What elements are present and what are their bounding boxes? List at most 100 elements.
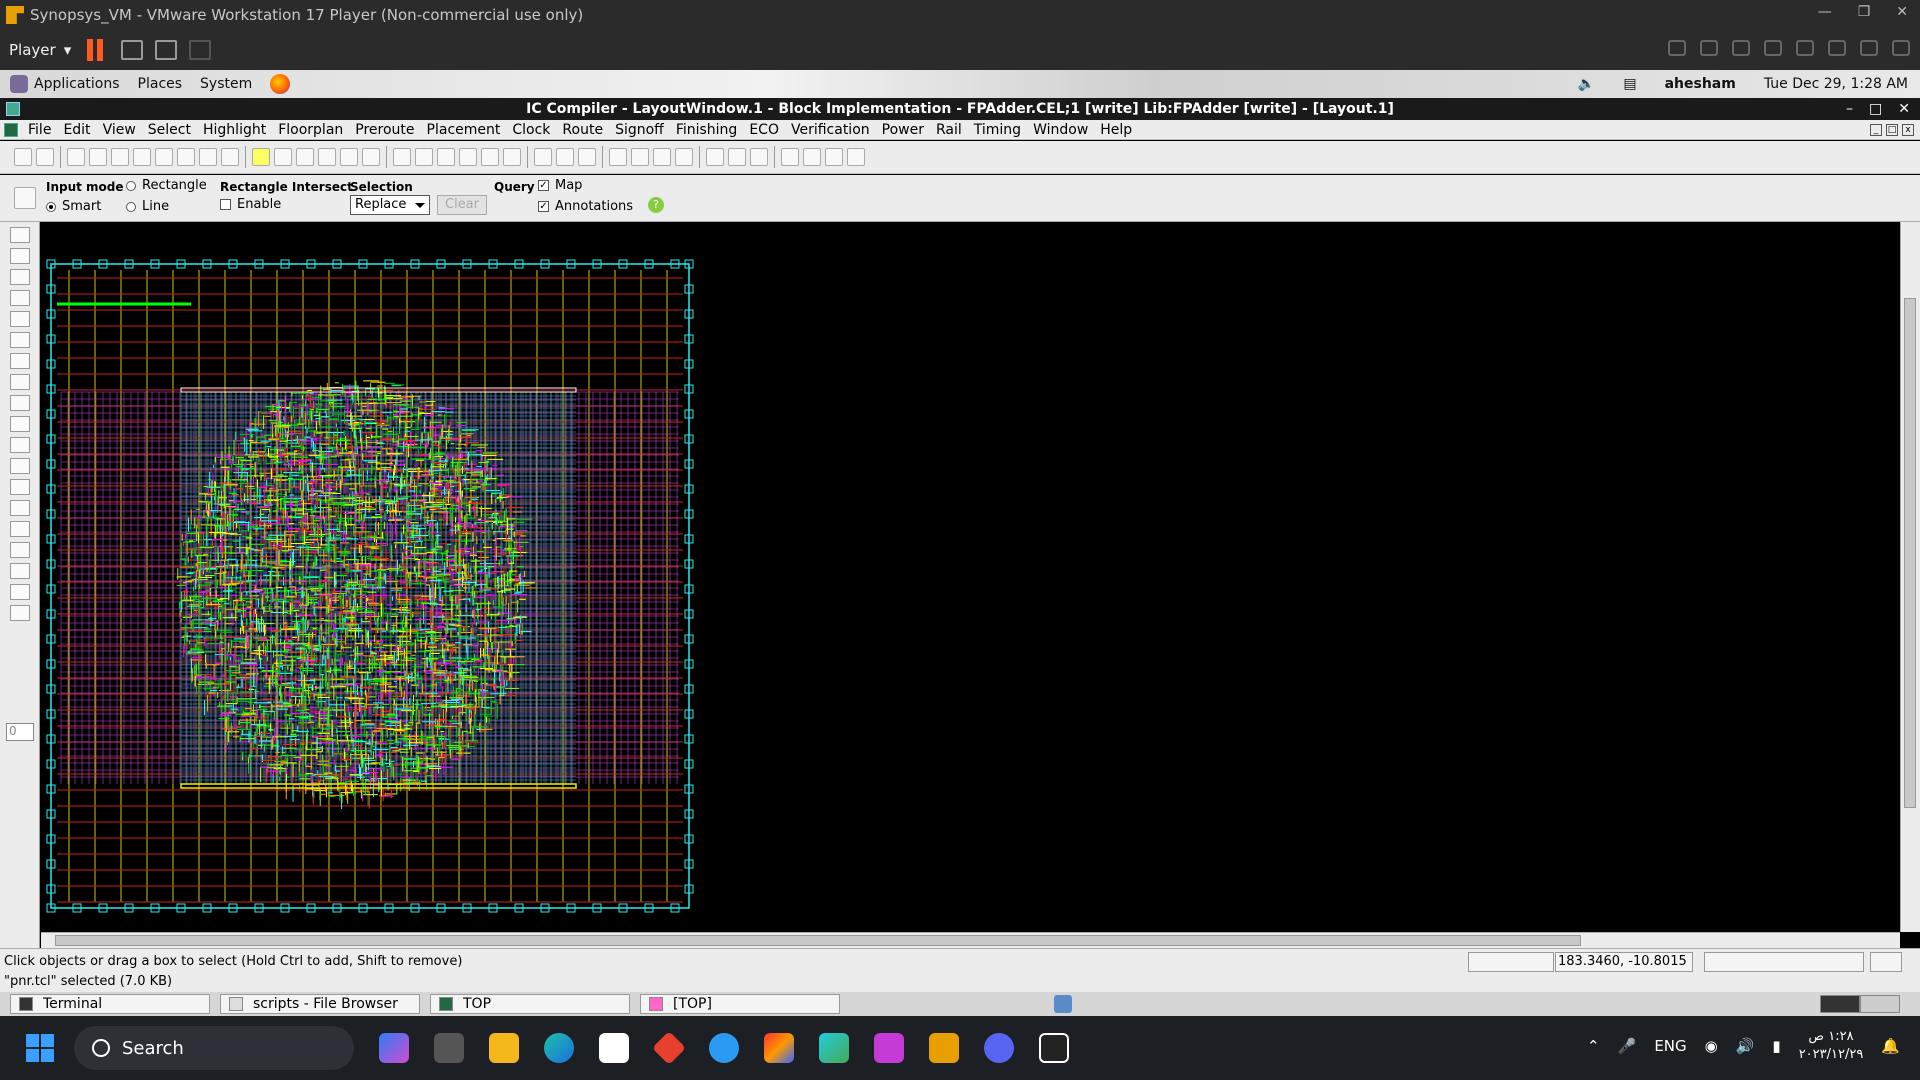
query-icon[interactable] xyxy=(393,148,411,166)
clear-button[interactable]: Clear xyxy=(437,195,487,215)
applications-menu[interactable]: Applications xyxy=(34,76,120,92)
menu-finishing[interactable]: Finishing xyxy=(670,122,744,138)
chevron-up-icon[interactable]: ⌃ xyxy=(1587,1037,1600,1055)
task-file-browser[interactable]: scripts - File Browser xyxy=(220,994,420,1014)
network-device-icon[interactable] xyxy=(1668,40,1686,56)
pause-icon[interactable] xyxy=(87,39,109,61)
vertical-scrollbar[interactable] xyxy=(1900,222,1920,932)
notification-bell-icon[interactable]: 🔔 xyxy=(1881,1037,1900,1055)
task-top-bracket[interactable]: [TOP] xyxy=(640,994,840,1014)
close-icon[interactable]: ✕ xyxy=(1896,4,1908,20)
left-tool-19-icon[interactable] xyxy=(10,605,30,621)
menu-power[interactable]: Power xyxy=(876,122,930,138)
taskbar-clock[interactable]: ١:٢٨ ص ٢٠٢٣/١٢/٢٩ xyxy=(1799,1028,1864,1064)
query2-icon[interactable] xyxy=(415,148,433,166)
zoom-prev-icon[interactable] xyxy=(556,148,574,166)
grid-icon[interactable] xyxy=(653,148,671,166)
menu-route[interactable]: Route xyxy=(556,122,609,138)
selection-dropdown[interactable]: Replace xyxy=(350,195,430,215)
select-arrow-icon[interactable] xyxy=(67,148,85,166)
magnet-icon[interactable] xyxy=(825,148,843,166)
send-ctrl-alt-del-icon[interactable] xyxy=(121,40,144,60)
highlight-color-icon[interactable] xyxy=(252,148,270,166)
ruler-icon[interactable] xyxy=(199,148,217,166)
settings-device-icon[interactable] xyxy=(1860,40,1878,56)
workspace-1[interactable] xyxy=(1820,995,1860,1013)
left-tool-5-icon[interactable] xyxy=(10,311,30,327)
zoom-in-icon[interactable] xyxy=(133,148,151,166)
menu-rail[interactable]: Rail xyxy=(930,122,968,138)
horizontal-scroll-thumb[interactable] xyxy=(55,935,1581,946)
left-tool-13-icon[interactable] xyxy=(10,479,30,495)
query4-icon[interactable] xyxy=(459,148,477,166)
view-settings-icon[interactable] xyxy=(609,148,627,166)
left-tool-18-icon[interactable] xyxy=(10,584,30,600)
snap-icon[interactable] xyxy=(675,148,693,166)
rectangle-radio[interactable]: Rectangle xyxy=(126,178,207,193)
left-tool-2-icon[interactable] xyxy=(10,248,30,264)
menu-file[interactable]: File xyxy=(22,122,57,138)
search-box[interactable]: Search xyxy=(74,1026,354,1070)
edge-icon[interactable] xyxy=(544,1033,574,1063)
net-icon[interactable] xyxy=(340,148,358,166)
left-tool-12-icon[interactable] xyxy=(10,458,30,474)
brush-icon[interactable] xyxy=(274,148,292,166)
move-icon[interactable] xyxy=(10,332,30,348)
menu-preroute[interactable]: Preroute xyxy=(349,122,420,138)
left-coord-field[interactable]: 0 xyxy=(6,723,34,741)
left-tool-1-icon[interactable] xyxy=(10,227,30,243)
network-icon[interactable]: ▤ xyxy=(1623,76,1636,92)
task-top[interactable]: TOP xyxy=(430,994,630,1014)
help-icon[interactable]: ? xyxy=(648,197,664,213)
intellij-icon[interactable] xyxy=(764,1033,794,1063)
zoom-out-icon[interactable] xyxy=(155,148,173,166)
system-menu[interactable]: System xyxy=(200,76,252,92)
select-mode-icon[interactable] xyxy=(14,187,36,209)
disk-device-icon[interactable] xyxy=(1700,40,1718,56)
message-icon[interactable] xyxy=(1892,40,1910,56)
left-tool-15-icon[interactable] xyxy=(10,521,30,537)
sound-device-icon[interactable] xyxy=(1828,40,1846,56)
volume-icon[interactable]: 🔈 xyxy=(1578,76,1595,92)
app-close-icon[interactable]: ✕ xyxy=(1898,101,1910,117)
places-menu[interactable]: Places xyxy=(138,76,183,92)
query3-icon[interactable] xyxy=(437,148,455,166)
battery-icon[interactable]: ▮ xyxy=(1772,1037,1780,1055)
horizontal-scrollbar[interactable] xyxy=(41,932,1900,948)
username[interactable]: ahesham xyxy=(1665,76,1736,92)
menu-clock[interactable]: Clock xyxy=(506,122,556,138)
language-indicator[interactable]: ENG xyxy=(1654,1037,1686,1055)
speaker-icon[interactable]: 🔊 xyxy=(1736,1037,1755,1055)
delete-icon[interactable] xyxy=(221,148,239,166)
annotations-checkbox[interactable]: ✓ Annotations xyxy=(538,199,633,214)
copy-icon[interactable] xyxy=(10,353,30,369)
player-menu[interactable]: Player ▾ xyxy=(9,41,71,59)
mdi-close-icon[interactable]: x xyxy=(1902,123,1914,136)
cross-icon[interactable] xyxy=(10,374,30,390)
menu-floorplan[interactable]: Floorplan xyxy=(272,122,349,138)
fullscreen-icon[interactable] xyxy=(155,40,178,60)
left-tool-16-icon[interactable] xyxy=(10,542,30,558)
app-w-icon[interactable] xyxy=(874,1033,904,1063)
query6-icon[interactable] xyxy=(503,148,521,166)
menu-timing[interactable]: Timing xyxy=(968,122,1027,138)
vertical-scroll-thumb[interactable] xyxy=(1904,298,1916,808)
clock[interactable]: Tue Dec 29, 1:28 AM xyxy=(1764,76,1908,92)
left-tool-17-icon[interactable] xyxy=(10,563,30,579)
store-icon[interactable] xyxy=(599,1033,629,1063)
hierarchy-up-icon[interactable] xyxy=(706,148,724,166)
git-icon[interactable] xyxy=(652,1031,686,1065)
clion-icon[interactable] xyxy=(819,1033,849,1063)
windows-start-icon[interactable] xyxy=(26,1034,54,1062)
menu-help[interactable]: Help xyxy=(1094,122,1138,138)
layout-drawing[interactable] xyxy=(41,222,1900,932)
open-icon[interactable] xyxy=(14,148,32,166)
workspace-2[interactable] xyxy=(1860,995,1900,1013)
hierarchy-down-icon[interactable] xyxy=(728,148,746,166)
menu-view[interactable]: View xyxy=(97,122,142,138)
menu-eco[interactable]: ECO xyxy=(743,122,785,138)
trash-icon[interactable] xyxy=(1054,995,1072,1013)
menu-signoff[interactable]: Signoff xyxy=(609,122,670,138)
left-tool-9-icon[interactable] xyxy=(10,395,30,411)
copilot-icon[interactable] xyxy=(379,1033,409,1063)
